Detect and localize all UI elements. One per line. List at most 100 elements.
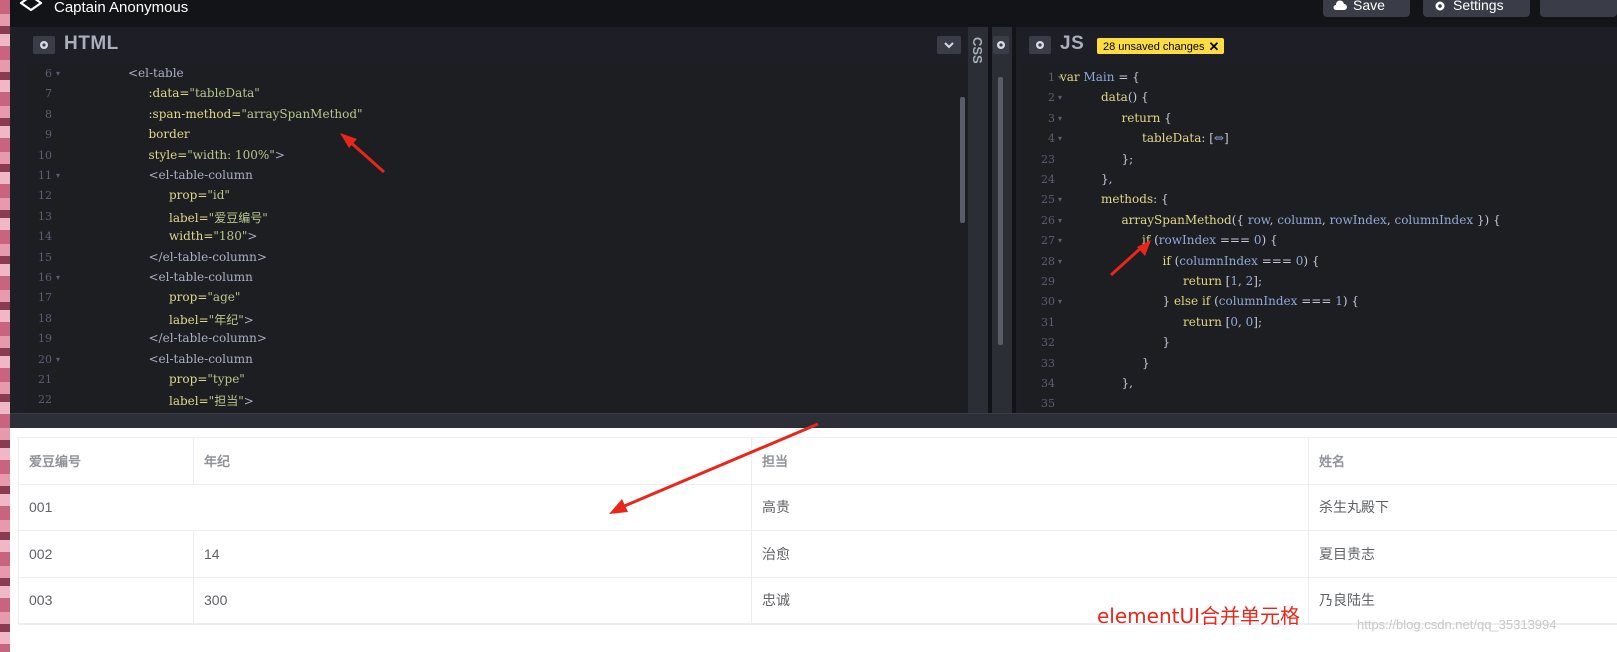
html-code-editor[interactable]: 6 ▾ <el-table 7:data="tableData" 8:span-meth… [26,63,968,413]
fold-toggle-icon[interactable]: ▾ [1058,236,1062,245]
code-line[interactable]: 18 label="年纪"> [26,308,968,328]
code-line[interactable]: 12 prop="id" [26,185,968,205]
user-name: Captain Anonymous [54,0,189,16]
save-button[interactable]: Save [1323,0,1410,17]
html-scrollbar[interactable] [960,97,965,223]
column-header[interactable]: 担当 [752,438,1309,484]
code-text: }, [1122,376,1133,390]
code-line[interactable]: 19 </el-table-column> [26,328,968,348]
column-header[interactable]: 姓名 [1309,438,1617,484]
fold-toggle-icon[interactable]: ▾ [1058,195,1062,204]
code-line[interactable]: 25 ▾ methods: { [1022,189,1617,209]
css-editor-pane-collapsed[interactable]: CSS [968,27,988,413]
code-line[interactable]: 29 return [1, 2]; [1022,271,1617,291]
unsaved-changes-label: 28 unsaved changes [1103,40,1205,53]
code-text: methods: { [1101,192,1169,206]
code-line[interactable]: 6 ▾ <el-table [26,63,968,83]
code-line[interactable]: 20 ▾ <el-table-column [26,349,968,369]
fold-toggle-icon[interactable]: ▾ [1058,134,1062,143]
line-number: 7 [45,87,52,101]
code-line[interactable]: 23}; [1022,149,1617,169]
close-icon[interactable]: ✕ [1209,40,1220,53]
code-line[interactable]: 32} [1022,332,1617,352]
code-token: > [243,394,254,409]
line-number: 31 [1041,315,1055,329]
unsaved-changes-badge[interactable]: 28 unsaved changes ✕ [1097,38,1225,54]
code-line[interactable]: 4 ▾ tableData: [⇔] [1022,128,1617,148]
code-token: var [1060,70,1084,84]
table-row: 001 高贵 杀生丸殿下 [19,484,1617,531]
code-line[interactable]: 7:data="tableData" [26,83,968,103]
code-line[interactable]: 33} [1022,353,1617,373]
code-line[interactable]: 10 style="width: 100%"> [26,145,968,165]
code-line[interactable]: 13 label="爱豆编号" [26,206,968,226]
column-header[interactable]: 年纪 [194,438,752,484]
js-code-editor[interactable]: 1 ▾ var Main = {2 ▾ data() {3 ▾ return {4 ▾ tabl… [1022,63,1617,413]
code-line[interactable]: 14 width="180"> [26,226,968,246]
code-text: prop="age" [169,290,240,304]
html-settings-button[interactable] [33,36,55,54]
settings-button[interactable]: Settings [1423,0,1530,17]
code-line[interactable]: 24}, [1022,169,1617,189]
code-token: <el-table-column [148,351,253,366]
code-line[interactable]: 31 return [0, 0]; [1022,312,1617,332]
code-line[interactable]: 22 label="担当"> [26,389,968,409]
results-resizer[interactable] [10,413,1617,428]
code-line[interactable]: 15 </el-table-column> [26,247,968,267]
code-line[interactable]: 2 ▾ data() { [1022,87,1617,107]
css-scrollbar[interactable] [998,77,1003,345]
css-settings-button[interactable] [993,36,1009,54]
code-token: border [148,127,190,142]
collapsed-pane-strip[interactable] [992,27,1012,413]
code-line[interactable]: 17 prop="age" [26,287,968,307]
code-line[interactable]: 16 ▾ <el-table-column [26,267,968,287]
code-token: "爱豆编号" [208,210,268,225]
code-token: ) { [1342,294,1359,309]
code-line[interactable]: 11 ▾ <el-table-column [26,165,968,185]
gear-icon [40,41,48,49]
fold-toggle-icon[interactable]: ▾ [1058,257,1062,266]
code-line[interactable]: 21 prop="type" [26,369,968,389]
pane-divider[interactable] [1012,27,1016,413]
line-number: 4 [1048,132,1055,146]
code-text: }; [1122,152,1134,166]
fold-toggle-icon[interactable]: ▾ [1058,297,1062,306]
fold-toggle-icon[interactable]: ▾ [1058,93,1062,102]
line-number: 13 [38,209,52,223]
code-text: border [149,127,190,141]
js-pane-title: JS [1060,33,1085,54]
fold-toggle-icon[interactable]: ▾ [56,171,60,180]
code-token: tableData [1142,131,1202,146]
code-line[interactable]: 35 [1022,393,1617,413]
fold-toggle-icon[interactable]: ▾ [56,273,60,282]
code-line[interactable]: 1 ▾ var Main = { [1022,67,1617,87]
column-header[interactable]: 爱豆编号 [19,438,194,484]
code-line[interactable]: 9 border [26,124,968,144]
line-number: 17 [38,291,52,305]
code-token: width= [169,229,214,244]
code-text: label="爱豆编号" [169,209,268,226]
fold-toggle-icon[interactable]: ▾ [56,355,60,364]
code-line[interactable]: 8:span-method="arraySpanMethod" [26,104,968,124]
code-line[interactable]: 26 ▾ arraySpanMethod({ row, column, rowInd… [1022,210,1617,230]
code-token: </el-table-column> [148,249,267,264]
fold-toggle-icon[interactable]: ▾ [1058,216,1062,225]
layout-button[interactable] [1540,0,1617,17]
code-line[interactable]: 28 ▾ if (columnIndex === 0) { [1022,251,1617,271]
code-text: label="担当"> [169,392,254,409]
css-pane-title: CSS [970,37,985,64]
code-line[interactable]: 27 ▾ if (rowIndex === 0) { [1022,230,1617,250]
code-token: "180" [213,229,248,244]
fold-toggle-icon[interactable]: ▾ [56,69,60,78]
js-settings-button[interactable] [1029,36,1051,54]
table-cell: 高贵 [752,484,1309,530]
codepen-logo-icon [19,0,43,12]
code-line[interactable]: 3 ▾ return { [1022,108,1617,128]
html-collapse-button[interactable] [937,36,961,54]
code-line[interactable]: 34}, [1022,373,1617,393]
code-token: </el-table-column> [148,331,267,346]
fold-toggle-icon[interactable]: ▾ [1058,114,1062,123]
code-token: <el-table [128,66,184,80]
code-token: 0 [1230,314,1238,329]
code-line[interactable]: 30 ▾} else if (columnIndex === 1) { [1022,291,1617,311]
